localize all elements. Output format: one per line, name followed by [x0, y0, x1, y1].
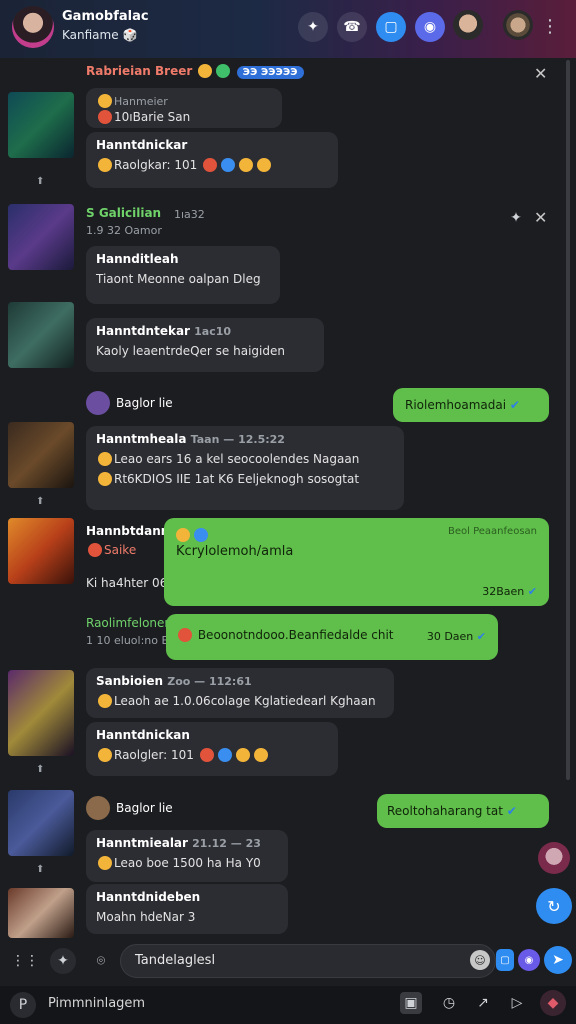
- voice-icon[interactable]: ⌾: [88, 948, 114, 974]
- sender-name: Hannbtdanr: [86, 524, 167, 538]
- message-text: Ki ha4hter 06: [86, 576, 168, 590]
- share-icon[interactable]: ↗: [472, 992, 494, 1014]
- chat-title: Gamobfalac: [62, 9, 149, 24]
- message-text: Raolgler: 101: [96, 748, 328, 762]
- message-bubble: Hanntdnickar Raolgkar: 101: [86, 132, 338, 188]
- message-text: Moahn hdeNar 3: [96, 910, 196, 924]
- sender-name: Baglor lie: [116, 396, 173, 410]
- video-icon[interactable]: ▷: [506, 992, 528, 1014]
- history-icon[interactable]: ◷: [438, 992, 460, 1014]
- message-bubble: Hanntmheala Taan — 12.5:22 Leao ears 16 …: [86, 426, 404, 510]
- emoji-icon[interactable]: ☺: [470, 950, 490, 970]
- scrollbar[interactable]: [566, 60, 570, 780]
- scroll-down-button[interactable]: ↻: [536, 888, 572, 924]
- message-text: Raolgkar: 101: [96, 158, 328, 172]
- member-avatar-2[interactable]: [503, 10, 533, 40]
- game-controller-button[interactable]: ✦: [298, 12, 328, 42]
- message-meta: 1ıa32: [174, 208, 205, 221]
- sender-thumbnail[interactable]: [8, 790, 74, 856]
- message-bubble: Hanntdnickan Raolgler: 101: [86, 722, 338, 776]
- chat-header: Gamobfalac Kanfiame 🎲 ✦ ☎ ▢ ◉ ⋮: [0, 0, 576, 58]
- sender-avatar[interactable]: [86, 796, 110, 820]
- sender-thumbnail[interactable]: [8, 518, 74, 584]
- gallery-icon[interactable]: ▣: [400, 992, 422, 1014]
- sender-name: Hanntdnickar: [96, 138, 188, 152]
- message-input[interactable]: Tandelaglesl: [120, 944, 496, 978]
- sender-name: Hanntdntekar 1ac10: [96, 324, 232, 338]
- call-button[interactable]: ☎: [337, 12, 367, 42]
- chat-avatar[interactable]: [12, 6, 54, 48]
- chat-subtitle: Kanfiame 🎲: [62, 28, 138, 42]
- message-bubble: Hanntdnideben Moahn hdeNar 3: [86, 884, 288, 934]
- more-options-icon[interactable]: ⋮: [538, 14, 562, 38]
- sender-name: Hanntdnideben: [96, 890, 201, 904]
- sender-name: Raolimfeloner: [86, 616, 170, 630]
- message-text: Leao ears 16 a kel seocoolendes Nagaan: [96, 452, 394, 466]
- sender-name: Baglor lie: [116, 801, 173, 815]
- floating-avatar[interactable]: [538, 842, 570, 874]
- pinned-sender: Rabrieian Breer ЭЭ ЭЭЭЭЭ: [86, 64, 304, 79]
- message-text: Kcrylolemoh/amla: [176, 544, 294, 559]
- sender-thumbnail[interactable]: [8, 302, 74, 368]
- camera-icon[interactable]: ▢: [496, 949, 514, 971]
- message-text: Leaoh ae 1.0.06colage Kglatiedearl Kghaa…: [96, 694, 384, 708]
- message-bubble: Hanmeier 10ıBarie San: [86, 88, 282, 128]
- dice-icon: 🎲: [122, 28, 138, 42]
- sender-thumbnail[interactable]: [8, 92, 74, 158]
- message-bubble: Hanntdntekar 1ac10 Kaoly leaentrdeQer se…: [86, 318, 324, 372]
- close-icon[interactable]: ✕: [534, 64, 547, 83]
- message-time-label: Beol Peaanfeosan: [448, 526, 537, 537]
- chat-info-button[interactable]: ◉: [415, 12, 445, 42]
- message-meta: 1 10 eluol:no B6: [86, 634, 177, 647]
- forward-icon[interactable]: ⬆: [36, 864, 46, 875]
- sticker-icon[interactable]: ✦: [50, 948, 76, 974]
- message-text: Kaoly leaentrdeQer se haigiden: [96, 344, 285, 358]
- send-button[interactable]: ➤: [544, 946, 572, 974]
- message-time: 32Baen ✔: [482, 585, 537, 598]
- member-avatar-1[interactable]: [453, 10, 483, 40]
- message-text: Tiaont Meonne oalpan Dleg: [96, 272, 261, 286]
- profile-icon[interactable]: P: [10, 992, 36, 1018]
- message-text: Rt6KDIOS IIE 1at K6 Eeljeknogh sosogtat: [96, 472, 394, 486]
- sender-thumbnail[interactable]: [8, 204, 74, 270]
- forward-icon[interactable]: ⬆: [36, 764, 46, 775]
- sender-thumbnail[interactable]: [8, 670, 74, 756]
- outgoing-message: Beol Peaanfeosan Kcrylolemoh/amla 32Baen…: [164, 518, 549, 606]
- close-icon[interactable]: ✕: [534, 208, 547, 227]
- message-header: Hanmeier: [96, 94, 272, 108]
- video-call-button[interactable]: ▢: [376, 12, 406, 42]
- message-bubble: Sanbioien Zoo — 112:61 Leaoh ae 1.0.06co…: [86, 668, 394, 718]
- pinned-tag: ЭЭ ЭЭЭЭЭ: [236, 66, 304, 79]
- sender-name: Hannditleah: [96, 252, 179, 266]
- bottom-label: Pimmninlagem: [48, 996, 146, 1011]
- sender-name: Hanntdnickan: [96, 728, 190, 742]
- reaction-icon[interactable]: ✦: [506, 208, 526, 228]
- sender-status: Saike: [86, 543, 136, 557]
- outgoing-message: Beoonotndooo.Beanfiedalde chit 30 Daen ✔: [166, 614, 498, 660]
- outgoing-message: Riolemhoamadai ✔: [393, 388, 549, 422]
- sender-avatar[interactable]: [86, 391, 110, 415]
- outgoing-message: Reoltohaharang tat ✔: [377, 794, 549, 828]
- message-meta: 1.9 32 Oamor: [86, 224, 162, 237]
- message-bubble: Hanntmiealar 21.12 — 23 Leao boe 1500 ha…: [86, 830, 288, 882]
- sender-name: S Galicilian: [86, 206, 162, 220]
- sender-thumbnail[interactable]: [8, 888, 74, 938]
- message-bubble: Hannditleah Tiaont Meonne oalpan Dleg: [86, 246, 280, 304]
- forward-icon[interactable]: ⬆: [36, 176, 46, 187]
- sender-name: Hanntmheala Taan — 12.5:22: [96, 432, 285, 446]
- sender-name: Sanbioien Zoo — 112:61: [96, 674, 252, 688]
- apps-icon[interactable]: ⋮⋮: [10, 948, 40, 974]
- forward-icon[interactable]: ⬆: [36, 496, 46, 507]
- notification-icon[interactable]: ◆: [540, 990, 566, 1016]
- sender-name: Hanntmiealar 21.12 — 23: [96, 836, 261, 850]
- gift-icon[interactable]: ◉: [518, 949, 540, 971]
- sender-thumbnail[interactable]: [8, 422, 74, 488]
- message-text: Leao boe 1500 ha Ha Y0: [96, 856, 278, 870]
- message-time: 30 Daen ✔: [426, 630, 486, 643]
- message-text: 10ıBarie San: [96, 110, 272, 124]
